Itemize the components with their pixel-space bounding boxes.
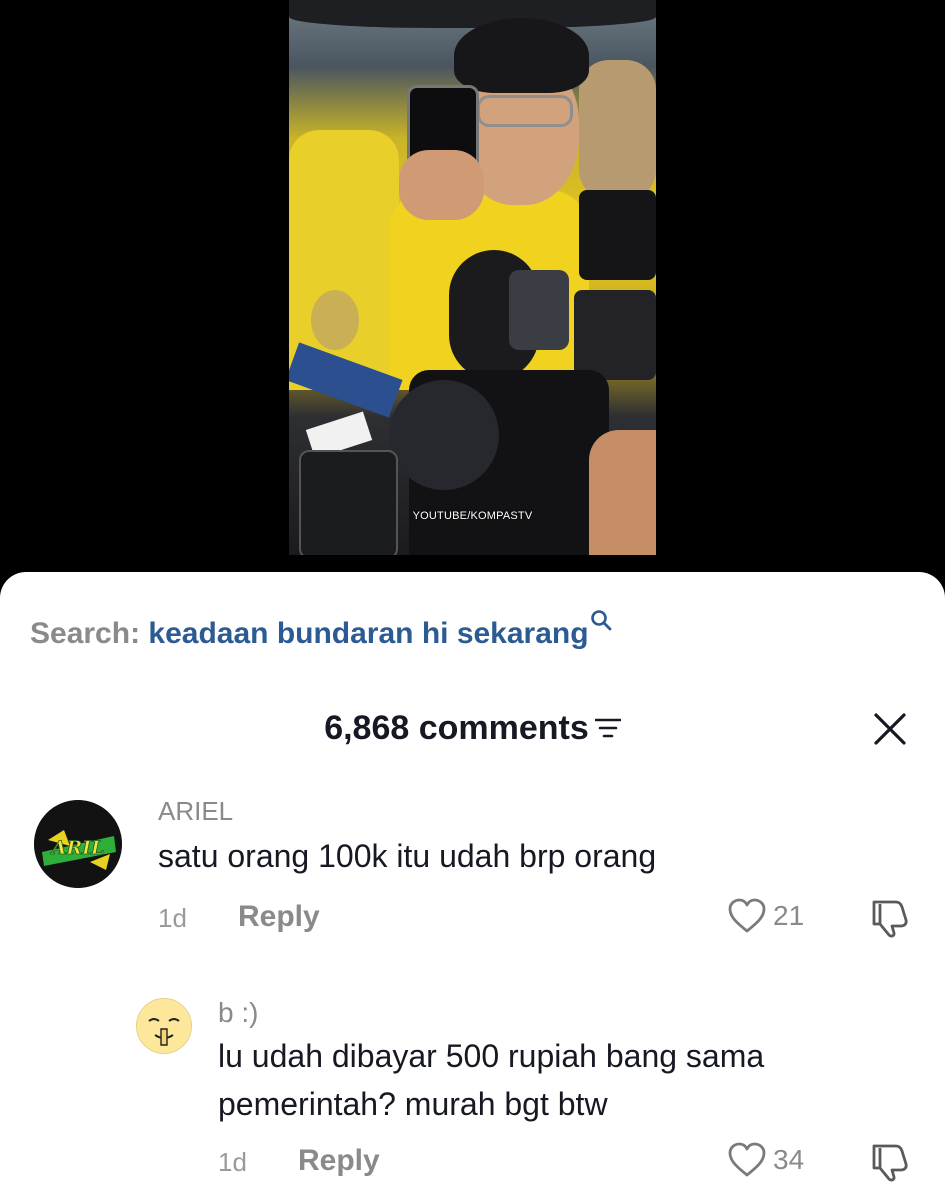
phone-bottom-shape: [299, 450, 398, 555]
comments-header: 6,868 comments: [0, 708, 945, 748]
umbrella-shape: [289, 0, 656, 28]
like-count: 34: [773, 1144, 805, 1175]
heart-icon: [728, 898, 766, 933]
avatar-image: [137, 999, 191, 1053]
phone-right2-shape: [574, 290, 656, 380]
video-frame[interactable]: YOUTUBE/KOMPASTV: [289, 0, 656, 555]
reply-button[interactable]: Reply: [238, 900, 320, 934]
search-query-link[interactable]: keadaan bundaran hi sekarang: [148, 617, 588, 650]
search-suggestion[interactable]: Search: keadaan bundaran hi sekarang: [30, 610, 611, 652]
svg-text:ARIL: ARIL: [50, 837, 105, 859]
comment-username[interactable]: b :): [218, 998, 258, 1028]
reply-button[interactable]: Reply: [298, 1144, 380, 1178]
comment-time: 1d: [158, 903, 187, 933]
like-button[interactable]: 21: [727, 897, 804, 935]
dislike-icon[interactable]: [868, 1142, 912, 1182]
avatar[interactable]: ARIL: [34, 800, 122, 888]
video-player[interactable]: YOUTUBE/KOMPASTV: [0, 0, 945, 600]
glasses-shape: [477, 95, 573, 127]
hand-bottom-shape: [589, 430, 656, 555]
phone-right-shape: [579, 190, 656, 280]
comment-username[interactable]: ARIEL: [158, 796, 233, 826]
hand-shape: [399, 150, 484, 220]
comments-sheet: Search: keadaan bundaran hi sekarang 6,8…: [0, 572, 945, 1200]
hair-shape: [454, 18, 589, 93]
close-icon[interactable]: [872, 711, 908, 747]
video-watermark: YOUTUBE/KOMPASTV: [412, 510, 533, 522]
heart-icon: [728, 1142, 766, 1177]
camera-lens-shape: [389, 380, 499, 490]
like-button[interactable]: 34: [727, 1141, 804, 1179]
like-count: 21: [773, 900, 805, 931]
person-right-shape: [579, 60, 656, 200]
badge-shape: [311, 290, 359, 350]
mic-box-shape: [509, 270, 569, 350]
comments-count: 6,868 comments: [324, 709, 589, 747]
avatar[interactable]: [136, 998, 192, 1054]
search-icon[interactable]: [590, 609, 612, 631]
comment-text: satu orang 100k itu udah brp orang: [158, 838, 657, 874]
dislike-icon[interactable]: [868, 898, 912, 938]
search-label: Search:: [30, 617, 141, 650]
comment-text: lu udah dibayar 500 rupiah bang sama pem…: [218, 1038, 765, 1122]
comment-time: 1d: [218, 1147, 247, 1177]
sort-icon[interactable]: [594, 717, 621, 739]
avatar-image: ARIL: [34, 800, 122, 888]
